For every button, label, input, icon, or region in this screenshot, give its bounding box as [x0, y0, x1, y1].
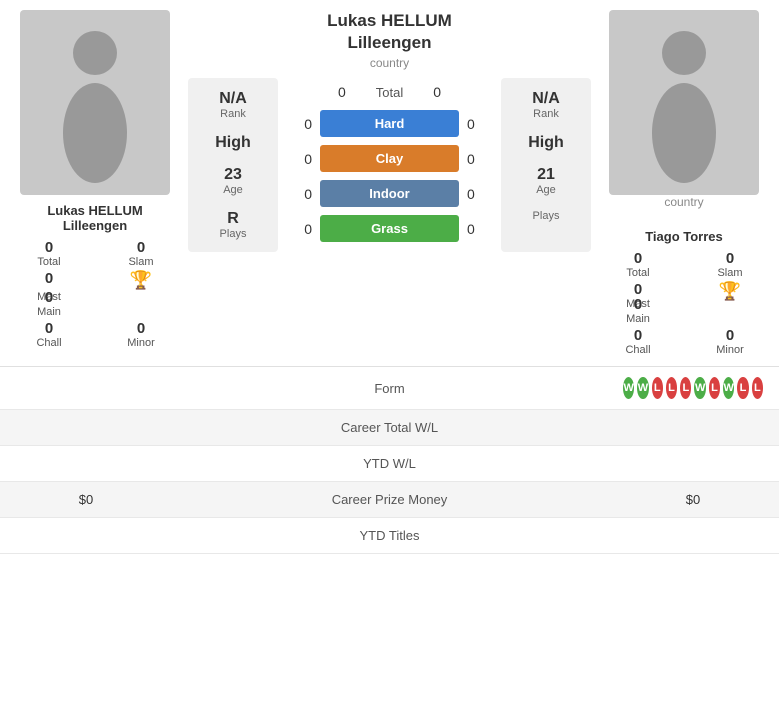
form-badge: L — [680, 377, 691, 399]
center-panel: Lukas HELLUM Lilleengen country N/A Rank… — [188, 10, 591, 356]
prize-money-row: $0 Career Prize Money $0 — [0, 482, 779, 518]
court-clay-badge: Clay — [320, 145, 459, 172]
match-stats: N/A Rank High 23 Age R Plays 0 — [188, 78, 591, 252]
form-badge: W — [623, 377, 634, 399]
form-badge: L — [652, 377, 663, 399]
player1-main: 0 Main — [10, 289, 88, 318]
court-row-grass: 0 Grass 0 — [284, 211, 495, 246]
career-total-row: Career Total W/L — [0, 410, 779, 446]
form-badge: L — [737, 377, 748, 399]
top-section: Lukas HELLUM Lilleengen 0 Total 0 Slam 0… — [0, 0, 779, 366]
career-total-label: Career Total W/L — [156, 420, 623, 435]
ytd-wl-label: YTD W/L — [156, 456, 623, 471]
player2-minor: 0 Minor — [691, 327, 769, 356]
form-badge: L — [709, 377, 720, 399]
right-age: 21 Age — [536, 166, 556, 196]
prize-money-right: $0 — [623, 492, 763, 507]
ytd-titles-row: YTD Titles — [0, 518, 779, 554]
court-row-clay: 0 Clay 0 — [284, 141, 495, 176]
player1-chall: 0 Chall — [10, 320, 88, 349]
left-stats-box: N/A Rank High 23 Age R Plays — [188, 78, 278, 252]
player2-photo — [609, 10, 759, 195]
player2-slam: 0 Slam — [691, 250, 769, 279]
player1-slam: 0 Slam — [102, 239, 180, 268]
player2-main: 0 Main — [599, 296, 677, 325]
player1-country: country — [370, 56, 409, 70]
court-row-indoor: 0 Indoor 0 — [284, 176, 495, 211]
trophy-icon-1: 🏆 — [130, 270, 152, 291]
player1-total: 0 Total — [10, 239, 88, 268]
total-row: 0 Total 0 — [284, 78, 495, 106]
left-plays: R Plays — [220, 210, 247, 240]
player1-card: Lukas HELLUM Lilleengen 0 Total 0 Slam 0… — [10, 10, 180, 356]
court-row-hard: 0 Hard 0 — [284, 106, 495, 141]
form-label: Form — [156, 381, 623, 396]
player2-stats: 0 Total 0 Slam 0 Mast 🏆 0 Main 0 Chall — [599, 250, 769, 356]
left-high: High — [215, 134, 251, 152]
right-rank: N/A Rank — [532, 90, 560, 120]
form-badge: W — [637, 377, 648, 399]
player2-name: Tiago Torres — [645, 229, 723, 244]
form-badge: L — [752, 377, 763, 399]
form-badge: L — [666, 377, 677, 399]
player2-total: 0 Total — [599, 250, 677, 279]
court-indoor-badge: Indoor — [320, 180, 459, 207]
form-row: Form WWLLLWLWLL — [0, 367, 779, 410]
court-grass-badge: Grass — [320, 215, 459, 242]
left-rank: N/A Rank — [219, 90, 247, 120]
form-badges-right: WWLLLWLWLL — [623, 377, 763, 399]
court-hard-badge: Hard — [320, 110, 459, 137]
player2-card: country Tiago Torres 0 Total 0 Slam 0 Ma… — [599, 10, 769, 356]
player1-minor: 0 Minor — [102, 320, 180, 349]
player1-stats: 0 Total 0 Slam 0 Mast 🏆 0 Main 0 Chall — [10, 239, 180, 349]
right-high: High — [528, 134, 564, 152]
court-rows: 0 Total 0 0 Hard 0 0 Clay 0 0 Indoor — [284, 78, 495, 252]
trophy-icon-2: 🏆 — [719, 281, 741, 302]
right-stats-box: N/A Rank High 21 Age Plays — [501, 78, 591, 252]
player2-country-top: country — [664, 195, 703, 209]
left-age: 23 Age — [223, 166, 243, 196]
summary-section: Form WWLLLWLWLL Career Total W/L YTD W/L… — [0, 366, 779, 554]
prize-money-label: Career Prize Money — [156, 492, 623, 507]
player2-chall: 0 Chall — [599, 327, 677, 356]
player1-name: Lukas HELLUM Lilleengen — [47, 203, 142, 233]
right-plays: Plays — [533, 210, 560, 222]
form-badge: W — [723, 377, 734, 399]
player1-header-name: Lukas HELLUM Lilleengen — [327, 10, 452, 54]
player1-photo — [20, 10, 170, 195]
ytd-titles-label: YTD Titles — [156, 528, 623, 543]
ytd-wl-row: YTD W/L — [0, 446, 779, 482]
form-badge: W — [694, 377, 705, 399]
prize-money-left: $0 — [16, 492, 156, 507]
